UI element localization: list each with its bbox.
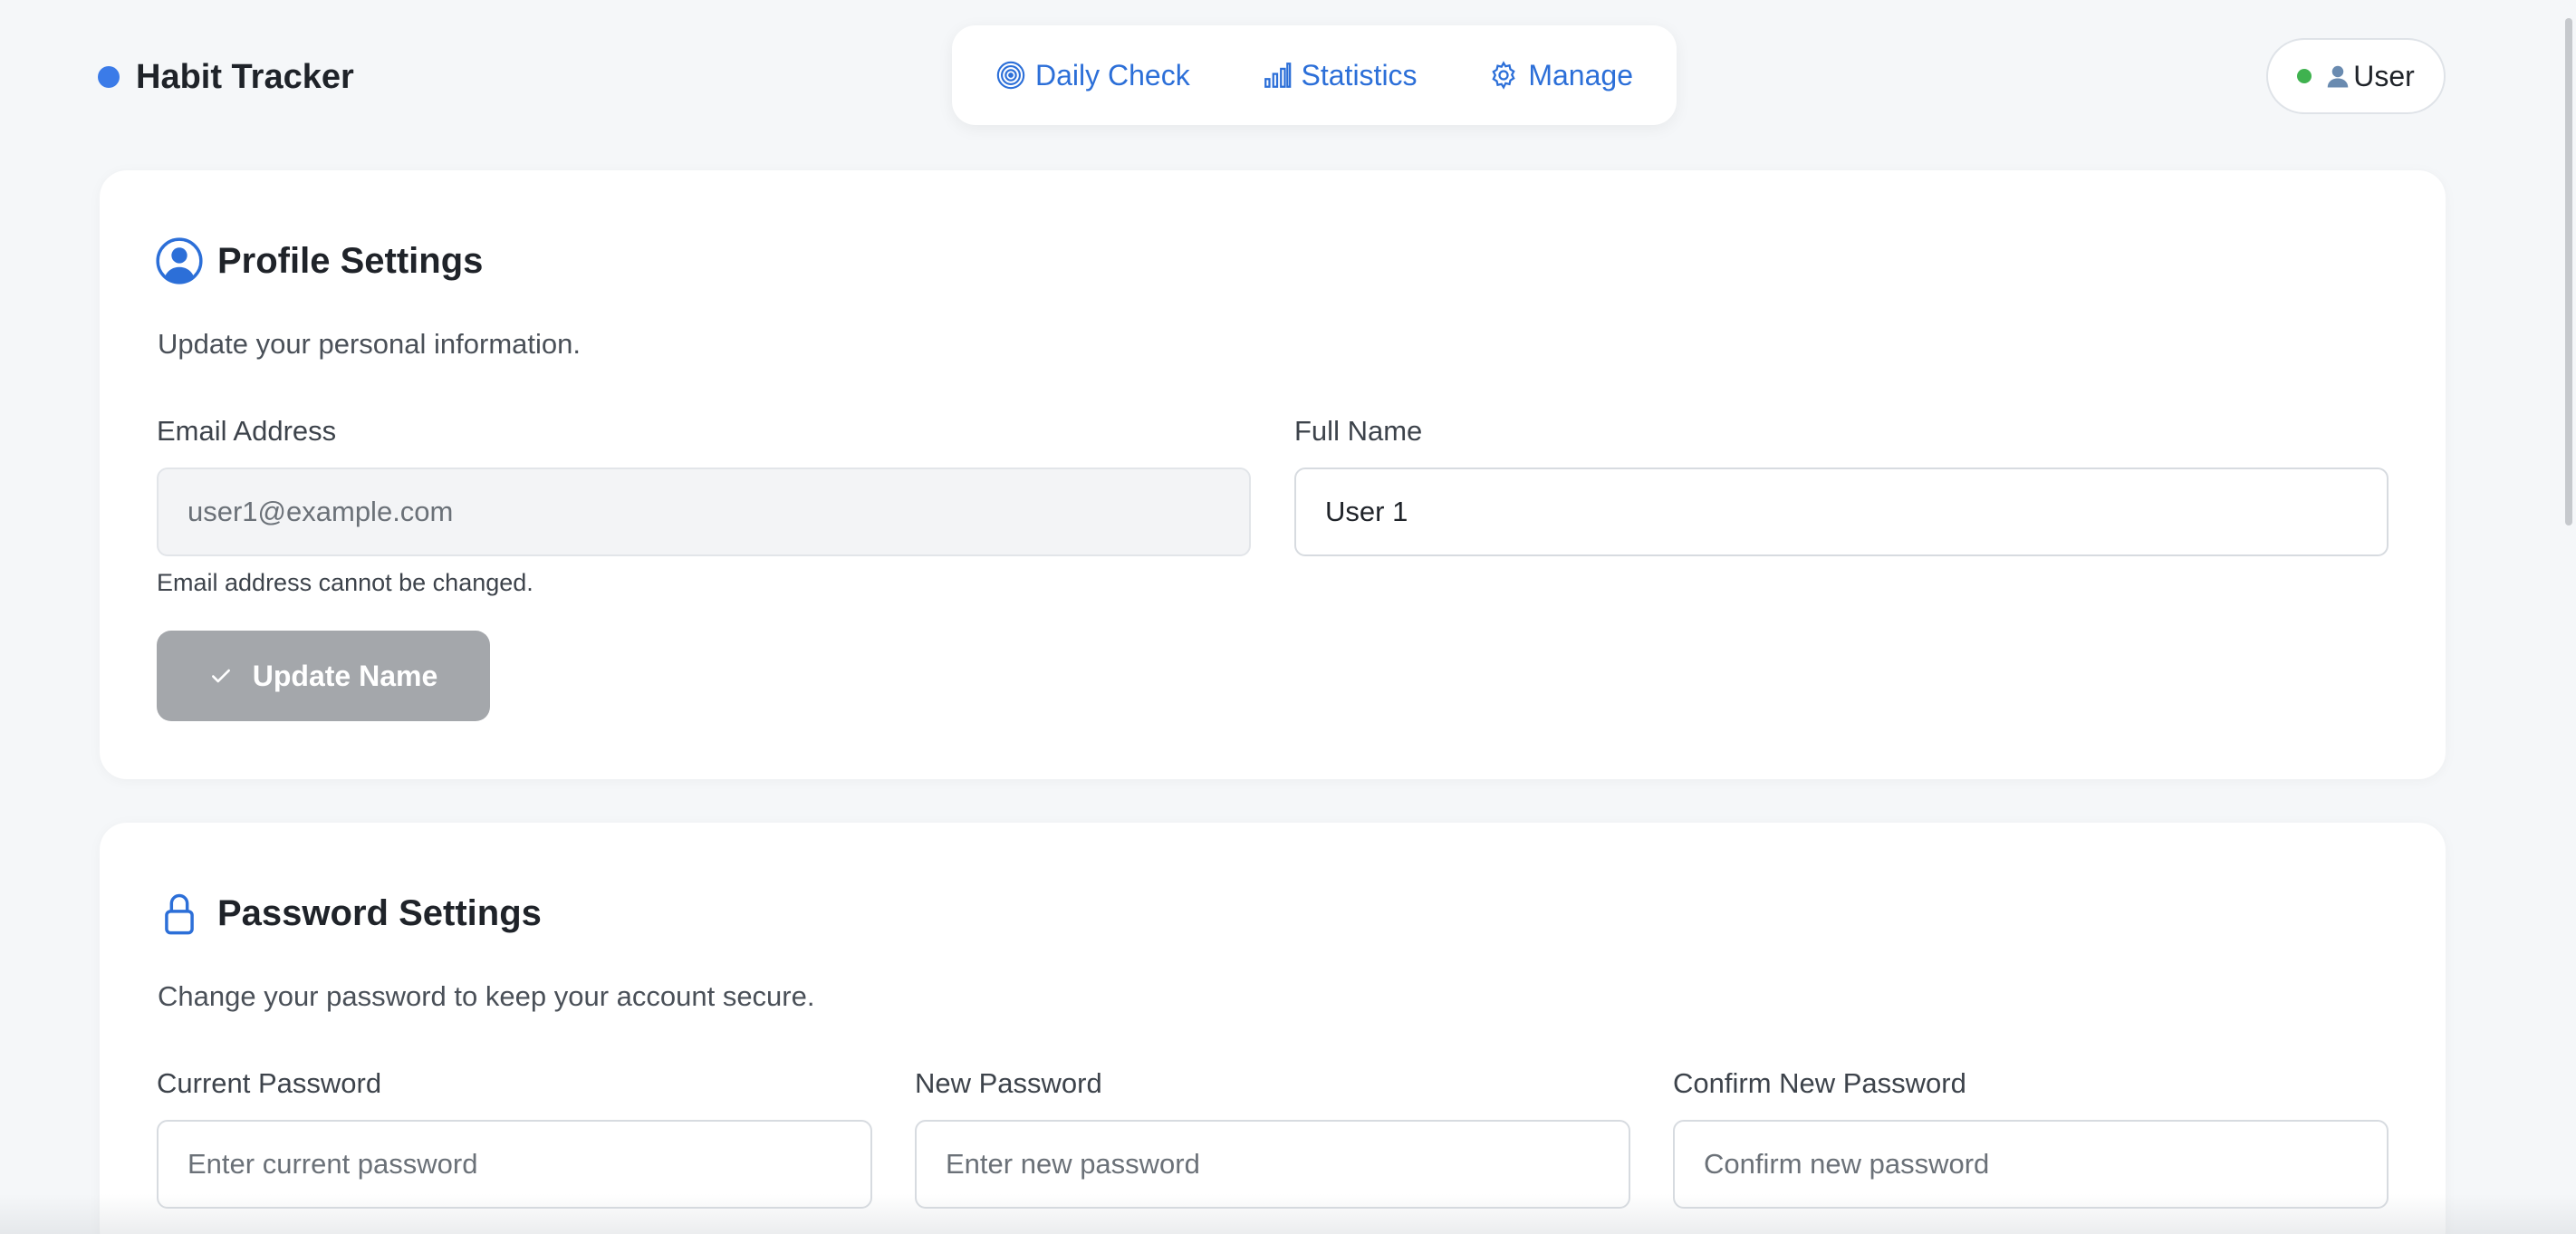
full-name-label: Full Name xyxy=(1294,415,1423,447)
user-menu-button[interactable]: User xyxy=(2266,38,2446,114)
user-circle-icon xyxy=(156,237,203,284)
page: Habit Tracker Daily Check Statistics Man… xyxy=(0,0,2576,1234)
page-scrollbar[interactable] xyxy=(2565,18,2572,525)
profile-settings-title: Profile Settings xyxy=(217,240,484,281)
profile-settings-description: Update your personal information. xyxy=(158,328,581,360)
nav-statistics-label: Statistics xyxy=(1301,58,1418,92)
confirm-password-label: Confirm New Password xyxy=(1673,1067,1966,1099)
online-status-dot xyxy=(2297,69,2312,83)
lock-icon xyxy=(165,893,194,935)
update-name-button[interactable]: Update Name xyxy=(157,631,490,721)
gear-icon xyxy=(1492,61,1516,90)
user-icon xyxy=(2327,65,2349,88)
app-title: Habit Tracker xyxy=(136,57,354,96)
password-settings-card: Password Settings Change your password t… xyxy=(100,823,2446,1234)
user-label: User xyxy=(2353,59,2415,92)
update-name-label: Update Name xyxy=(252,659,438,692)
full-name-field[interactable] xyxy=(1294,468,2389,556)
email-label: Email Address xyxy=(157,415,337,447)
brand: Habit Tracker xyxy=(98,53,354,101)
nav-manage-label: Manage xyxy=(1528,58,1633,92)
target-icon xyxy=(996,61,1025,90)
password-settings-header: Password Settings xyxy=(156,890,542,937)
password-settings-description: Change your password to keep your accoun… xyxy=(158,980,815,1012)
check-icon xyxy=(211,669,230,683)
nav-daily-check[interactable]: Daily Check xyxy=(995,59,1190,92)
nav-statistics[interactable]: Statistics xyxy=(1262,59,1418,92)
nav-daily-check-label: Daily Check xyxy=(1035,58,1190,92)
email-hint: Email address cannot be changed. xyxy=(157,569,533,596)
main-nav: Daily Check Statistics Manage xyxy=(952,25,1677,125)
bottom-fade xyxy=(0,1194,2576,1234)
profile-settings-card: Profile Settings Update your personal in… xyxy=(100,170,2446,779)
new-password-label: New Password xyxy=(915,1067,1102,1099)
password-settings-title: Password Settings xyxy=(217,892,542,933)
bar-chart-icon xyxy=(1264,63,1291,88)
current-password-label: Current Password xyxy=(157,1067,382,1099)
email-field[interactable] xyxy=(157,468,1251,556)
profile-settings-header: Profile Settings xyxy=(156,237,483,284)
nav-manage[interactable]: Manage xyxy=(1488,59,1633,92)
brand-dot-icon xyxy=(98,66,120,88)
